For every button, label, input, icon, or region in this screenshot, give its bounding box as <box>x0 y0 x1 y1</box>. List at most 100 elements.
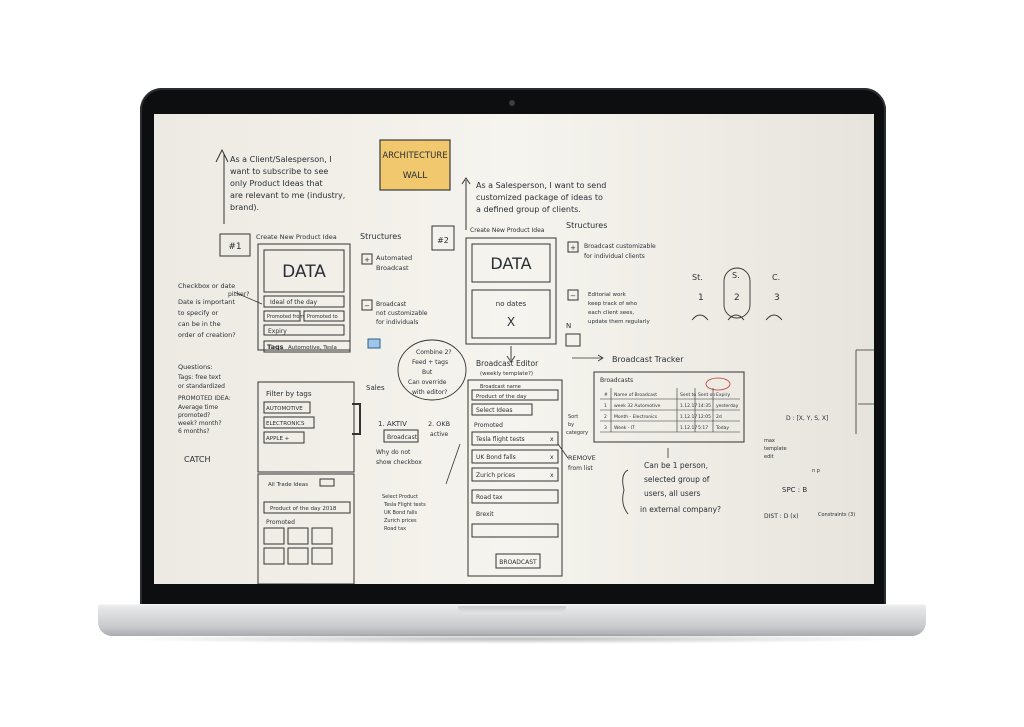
svg-text:Questions:: Questions: <box>178 363 213 371</box>
svg-text:brand).: brand). <box>230 203 259 212</box>
svg-text:Road tax: Road tax <box>476 494 503 501</box>
svg-text:Structures: Structures <box>566 221 607 230</box>
svg-text:Can be 1 person,: Can be 1 person, <box>644 461 708 470</box>
svg-text:Date is important: Date is important <box>178 298 235 306</box>
svg-text:Broadcast Tracker: Broadcast Tracker <box>612 355 684 364</box>
svg-text:category: category <box>566 430 588 436</box>
svg-text:Today: Today <box>715 425 729 431</box>
svg-text:St.: St. <box>692 273 703 282</box>
svg-text:N: N <box>566 322 571 330</box>
svg-text:1: 1 <box>698 293 704 303</box>
svg-text:or standardized: or standardized <box>178 383 225 390</box>
svg-text:each client sees,: each client sees, <box>588 310 634 316</box>
svg-text:WALL: WALL <box>403 171 428 181</box>
svg-text:All Trade Ideas: All Trade Ideas <box>268 482 308 488</box>
svg-text:Zurich prices: Zurich prices <box>384 518 417 524</box>
svg-text:DIST : D (x): DIST : D (x) <box>764 513 798 520</box>
svg-text:no dates: no dates <box>496 300 527 308</box>
svg-text:PROMOTED IDEA:: PROMOTED IDEA: <box>178 395 231 402</box>
svg-text:Tags: Tags <box>267 343 284 351</box>
svg-text:keep track of who: keep track of who <box>588 301 638 307</box>
svg-text:2d: 2d <box>716 414 722 420</box>
svg-text:BROADCAST: BROADCAST <box>499 559 537 566</box>
svg-text:5:17: 5:17 <box>698 425 708 431</box>
svg-text:Name of Broadcast: Name of Broadcast <box>614 392 657 398</box>
svg-text:(weekly template?): (weekly template?) <box>480 371 533 377</box>
svg-text:only Product Ideas that: only Product Ideas that <box>230 179 323 188</box>
svg-text:x: x <box>550 436 554 443</box>
laptop-mockup: ARCHITECTURE WALL As a Client/Salesperso… <box>0 0 1024 727</box>
svg-text:−: − <box>364 302 370 310</box>
svg-text:Structures: Structures <box>360 232 401 241</box>
svg-text:+: + <box>570 244 576 252</box>
svg-text:ARCHITECTURE: ARCHITECTURE <box>382 151 447 161</box>
laptop-opening-notch <box>458 606 566 614</box>
svg-text:2. OKB: 2. OKB <box>428 420 450 428</box>
svg-text:Why do not: Why do not <box>376 449 411 456</box>
svg-text:Broadcast: Broadcast <box>376 264 409 272</box>
svg-text:Filter by tags: Filter by tags <box>266 390 312 398</box>
svg-text:CATCH: CATCH <box>184 455 210 464</box>
svg-text:max: max <box>764 438 775 444</box>
svg-text:S.: S. <box>732 271 740 280</box>
svg-text:Automotive, Tesla: Automotive, Tesla <box>288 345 337 351</box>
svg-text:C.: C. <box>772 273 780 282</box>
svg-text:Promoted: Promoted <box>474 422 503 429</box>
svg-text:Combine 2?: Combine 2? <box>416 349 452 356</box>
svg-text:template: template <box>764 446 787 452</box>
camera-icon <box>509 100 515 106</box>
svg-text:Automated: Automated <box>376 254 412 262</box>
svg-text:As a Salesperson, I want to se: As a Salesperson, I want to send <box>476 181 606 190</box>
svg-text:week? month?: week? month? <box>178 420 222 427</box>
svg-text:1: 1 <box>604 403 607 409</box>
svg-text:3: 3 <box>774 293 780 303</box>
svg-text:1. AKTIV: 1. AKTIV <box>378 420 407 428</box>
svg-text:selected group of: selected group of <box>644 475 710 484</box>
svg-text:are relevant to me (industry,: are relevant to me (industry, <box>230 191 345 200</box>
svg-text:order of creation?: order of creation? <box>178 331 236 339</box>
svg-text:2: 2 <box>734 293 740 303</box>
svg-text:Broadcast name: Broadcast name <box>480 384 521 390</box>
svg-text:Create New Product Idea: Create New Product Idea <box>470 227 545 234</box>
svg-text:+: + <box>364 256 370 264</box>
svg-text:Sales: Sales <box>366 384 385 392</box>
svg-text:for individual clients: for individual clients <box>584 253 645 260</box>
svg-text:D : [X, Y, S, X]: D : [X, Y, S, X] <box>786 415 828 422</box>
svg-text:SPC : B: SPC : B <box>782 486 807 494</box>
svg-text:show checkbox: show checkbox <box>376 459 422 466</box>
svg-text:week 32 Automotive: week 32 Automotive <box>614 403 661 409</box>
svg-text:want to subscribe to see: want to subscribe to see <box>230 167 328 176</box>
svg-text:DATA: DATA <box>282 262 326 282</box>
svg-text:Constraints (3): Constraints (3) <box>818 512 855 518</box>
svg-text:Month - Electronics: Month - Electronics <box>614 414 658 420</box>
svg-text:−: − <box>570 292 576 300</box>
svg-text:Promoted from: Promoted from <box>267 314 304 320</box>
svg-text:3: 3 <box>604 425 607 431</box>
svg-text:by: by <box>568 422 574 428</box>
svg-text:from list: from list <box>568 465 593 472</box>
svg-text:UK Bond falls: UK Bond falls <box>476 454 516 461</box>
svg-text:As a Client/Salesperson, I: As a Client/Salesperson, I <box>230 155 332 164</box>
svg-text:1.12.17: 1.12.17 <box>680 403 697 409</box>
svg-text:customized package of ideas to: customized package of ideas to <box>476 193 603 202</box>
svg-text:6 months?: 6 months? <box>178 428 210 435</box>
svg-text:Product of the day 2018: Product of the day 2018 <box>270 506 337 512</box>
svg-text:Road tax: Road tax <box>384 526 406 532</box>
svg-text:#1: #1 <box>228 242 241 252</box>
svg-text:Tesla Flight tests: Tesla Flight tests <box>383 502 426 508</box>
svg-text:Broadcast: Broadcast <box>376 301 407 308</box>
svg-text:Sort: Sort <box>568 414 578 420</box>
architecture-wall-note: ARCHITECTURE WALL <box>379 139 451 191</box>
svg-text:update them regularly: update them regularly <box>588 319 650 325</box>
svg-text:1.12.17: 1.12.17 <box>680 425 697 431</box>
svg-text:a defined group of clients.: a defined group of clients. <box>476 205 581 214</box>
svg-text:2: 2 <box>604 414 607 420</box>
svg-text:Select Ideas: Select Ideas <box>476 407 513 414</box>
svg-text:REMOVE: REMOVE <box>568 454 596 462</box>
svg-text:Broadcast customizable: Broadcast customizable <box>584 243 656 250</box>
svg-text:X: X <box>507 315 515 329</box>
svg-text:14:35: 14:35 <box>698 403 711 409</box>
svg-text:Expiry: Expiry <box>716 392 730 398</box>
svg-text:yesterday: yesterday <box>716 403 739 409</box>
svg-text:Average time: Average time <box>178 404 218 411</box>
